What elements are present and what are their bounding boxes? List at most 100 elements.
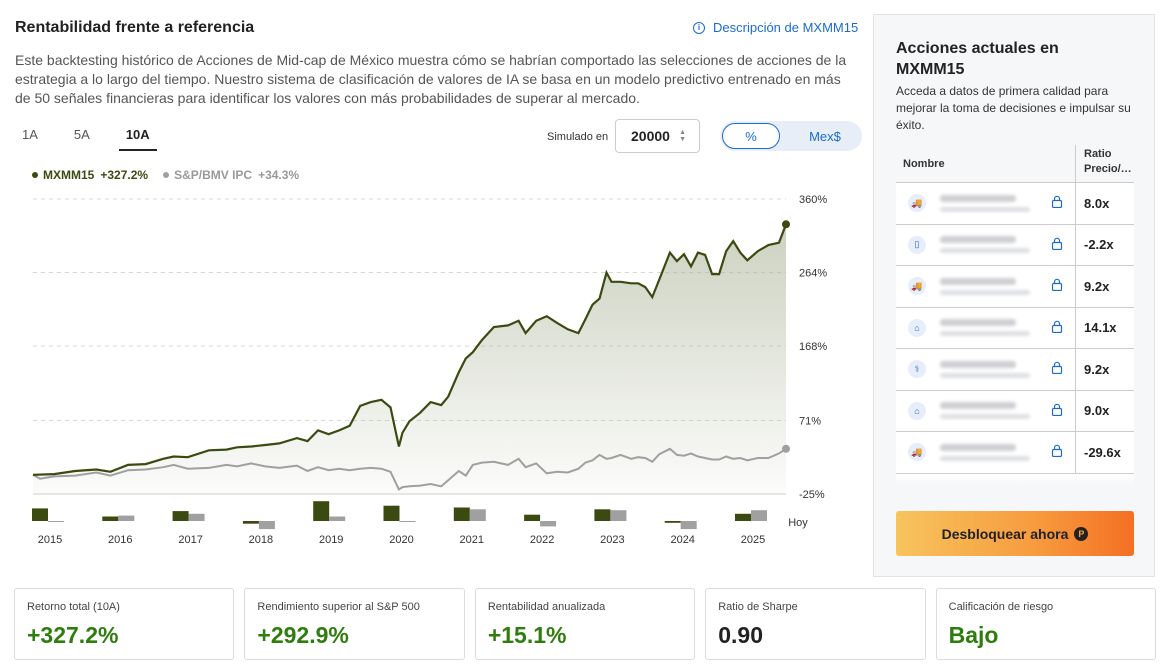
blurred-name (940, 360, 1030, 378)
stat-card: Calificación de riesgo Bajo (935, 588, 1157, 660)
tab-10y[interactable]: 10A (118, 124, 157, 151)
annual-bar-strategy (383, 505, 400, 521)
lock-icon (1051, 444, 1063, 457)
toggle-mxn[interactable]: Mex$ (790, 121, 860, 151)
stat-label: Retorno total (10A) (27, 601, 120, 613)
annual-bar-benchmark (48, 521, 64, 522)
lock-icon (1051, 195, 1063, 208)
lock-icon (1051, 320, 1063, 333)
tab-5y[interactable]: 5A (67, 124, 97, 151)
truck-icon: 🚚 (908, 194, 926, 213)
stat-label: Rentabilidad anualizada (487, 601, 606, 613)
annual-bar-strategy (172, 511, 189, 521)
bank-icon: ⌂ (908, 401, 926, 420)
legend-benchmark-return: +34.3% (258, 168, 300, 182)
stat-card: Rendimiento superior al S&P 500 +292.9% (244, 588, 465, 660)
stat-value: +327.2% (27, 622, 119, 648)
holding-row[interactable]: ⌂ 14.1x (896, 307, 1134, 349)
annual-bar-strategy (735, 513, 751, 521)
holding-row[interactable]: ⌂ 9.0x (896, 390, 1134, 432)
intro-text: Este backtesting histórico de Acciones d… (15, 52, 847, 106)
holding-row[interactable]: 🚚 -29.6x (896, 432, 1134, 474)
truck-icon: 🚚 (908, 443, 926, 462)
lock-icon (1051, 278, 1063, 291)
annual-bar-strategy (102, 516, 119, 521)
x-tick-label: 2020 (389, 534, 413, 546)
holding-name-cell: 🚚 (896, 266, 1076, 307)
unlock-button[interactable]: Desbloquear ahora P (896, 511, 1134, 556)
holding-ratio: 9.2x (1084, 361, 1110, 377)
info-icon: i (693, 21, 705, 34)
tab-1y[interactable]: 1A (15, 124, 45, 151)
chart-legend: MXMM15 +327.2% S&P/BMV IPC +34.3% (32, 168, 299, 182)
unlock-button-label: Desbloquear ahora (941, 525, 1069, 542)
annual-bar-benchmark (118, 515, 135, 521)
holding-row[interactable]: 🚚 9.2x (896, 266, 1134, 308)
blurred-name (940, 277, 1030, 295)
holdings-table: Nombre Ratio Precio/… 🚚 8.0x ▯ -2.2x 🚚 9.2x ⌂ 1… (896, 145, 1134, 486)
x-tick-label: Hoy (788, 517, 808, 529)
performance-panel: Rentabilidad frente a referencia i Descr… (0, 0, 870, 580)
strategy-area (33, 224, 786, 495)
annual-bar-benchmark (188, 513, 205, 521)
strategy-end-point (782, 220, 790, 229)
premium-icon: P (1074, 526, 1089, 541)
blurred-name (940, 236, 1030, 254)
annual-bar-benchmark (258, 521, 275, 530)
y-tick-label: 360% (799, 194, 827, 206)
legend-strategy-dot (32, 172, 38, 178)
stat-label: Ratio de Sharpe (718, 601, 798, 613)
benchmark-end-point (782, 444, 790, 453)
holdings-rows: 🚚 8.0x ▯ -2.2x 🚚 9.2x ⌂ 14.1x ⚕ 9.2x ⌂ 9.0x 🚚 -29.6x (896, 183, 1134, 474)
annual-bar-benchmark (680, 521, 697, 530)
annual-bar-benchmark (399, 521, 416, 522)
y-tick-label: 264% (799, 268, 827, 280)
description-link[interactable]: i Descripción de MXMM15 (693, 20, 858, 35)
stat-card: Rentabilidad anualizada +15.1% (474, 588, 696, 660)
stat-label: Rendimiento superior al S&P 500 (257, 601, 420, 613)
legend-benchmark-name: S&P/BMV IPC (174, 168, 253, 182)
annual-bar-strategy (594, 509, 611, 521)
holding-row[interactable]: 🚚 8.0x (896, 183, 1134, 225)
stepper-icon[interactable]: ▲ ▼ (679, 129, 686, 143)
stat-value: Bajo (948, 622, 999, 648)
lock-icon (1051, 403, 1063, 416)
simulated-label: Simulado en (547, 131, 609, 143)
legend-strategy-return: +327.2% (100, 168, 149, 182)
y-tick-label: 71% (799, 415, 821, 427)
annual-bar-strategy (32, 508, 48, 521)
holding-name-cell: ⌂ (896, 307, 1076, 348)
annual-bar-benchmark (329, 516, 346, 521)
x-tick-label: 2022 (530, 534, 554, 546)
annual-bar-benchmark (610, 510, 627, 521)
x-tick-label: 2016 (108, 534, 132, 546)
health-icon: ⚕ (908, 360, 926, 379)
stat-card: Retorno total (10A) +327.2% (14, 588, 235, 660)
lock-icon (1051, 361, 1063, 374)
page-title: Rentabilidad frente a referencia (15, 19, 255, 36)
holding-name-cell: 🚚 (896, 432, 1076, 473)
performance-chart: 360% 264% 168% 71% -25% 2015 2016 2017 2018 2019 2… (32, 194, 827, 546)
annual-bar-strategy (242, 521, 259, 524)
blurred-name (940, 194, 1030, 212)
holding-ratio: -2.2x (1084, 237, 1114, 253)
blurred-name (940, 319, 1030, 337)
column-name: Nombre (896, 145, 1076, 182)
y-tick-label: 168% (799, 341, 827, 353)
annual-bar-strategy (664, 521, 681, 523)
holding-ratio: 9.2x (1084, 278, 1110, 294)
phone-icon: ▯ (908, 235, 926, 254)
holding-row[interactable]: ▯ -2.2x (896, 224, 1134, 266)
sidebar-description: Acceda a datos de primera calidad para m… (896, 84, 1131, 132)
x-tick-label: 2019 (319, 534, 343, 546)
toggle-percent[interactable]: % (722, 123, 780, 149)
x-tick-label: 2015 (38, 534, 62, 546)
legend-strategy: MXMM15 +327.2% (32, 168, 148, 182)
column-ratio: Ratio Precio/… (1084, 148, 1132, 175)
holding-ratio: 14.1x (1084, 320, 1117, 336)
annual-bar-strategy (524, 514, 541, 521)
holding-row[interactable]: ⚕ 9.2x (896, 349, 1134, 391)
simulated-amount-input[interactable]: 20000 ▲ ▼ (615, 119, 700, 153)
legend-benchmark: S&P/BMV IPC +34.3% (163, 168, 299, 182)
legend-benchmark-dot (163, 172, 170, 178)
